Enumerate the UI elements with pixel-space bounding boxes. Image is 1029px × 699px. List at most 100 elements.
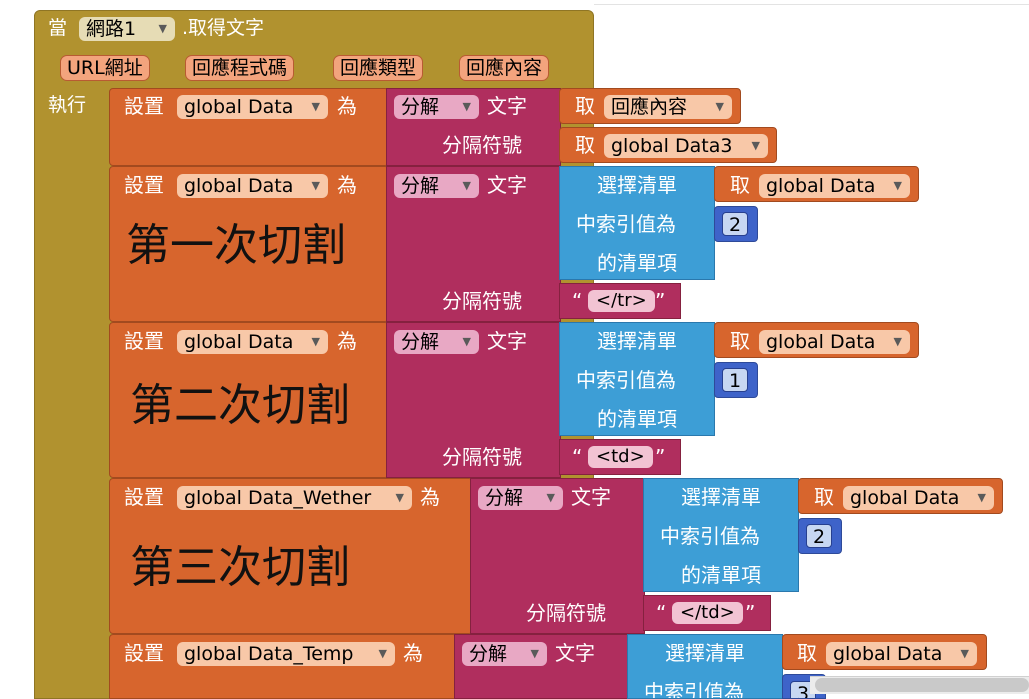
quote-open: “ [572, 445, 583, 469]
split-mode-label: 分解 [401, 331, 440, 353]
set-label: 設置 [124, 173, 164, 197]
index-number[interactable]: 2 [722, 212, 748, 236]
separator-label: 分隔符號 [442, 133, 522, 157]
param-response-code[interactable]: 回應程式碼 [185, 55, 295, 81]
text-label: 文字 [571, 485, 611, 509]
set-label: 設置 [124, 641, 164, 665]
item-label: 的清單項 [597, 407, 677, 431]
set-label: 設置 [124, 485, 164, 509]
get-variable-dropdown[interactable]: global Data ▼ [759, 330, 910, 354]
chevron-down-icon: ▼ [395, 491, 404, 504]
event-name: .取得文字 [182, 17, 265, 39]
param-url[interactable]: URL網址 [60, 55, 150, 81]
param-response-type[interactable]: 回應類型 [333, 55, 424, 81]
get-variable-name: global Data [833, 643, 943, 665]
select-list-label: 選擇清單 [681, 485, 761, 509]
get-variable-name: global Data3 [611, 135, 733, 157]
set-label: 設置 [124, 329, 164, 353]
index-label: 中索引值為 [660, 524, 760, 548]
split-mode-dropdown[interactable]: 分解 ▼ [394, 95, 479, 119]
variable-dropdown[interactable]: global Data ▼ [177, 330, 328, 354]
split-mode-dropdown[interactable]: 分解 ▼ [462, 642, 547, 666]
quote-close: ” [655, 445, 666, 469]
chevron-down-icon: ▼ [960, 647, 969, 660]
when-label: 當 [48, 17, 68, 39]
quote-open: “ [656, 601, 667, 625]
split-mode-label: 分解 [469, 643, 508, 665]
select-list-label: 選擇清單 [597, 173, 677, 197]
to-label: 為 [337, 94, 357, 118]
get-variable-name: global Data [766, 331, 876, 353]
split-mode-dropdown[interactable]: 分解 ▼ [394, 330, 479, 354]
separator-string[interactable]: </td> [672, 602, 743, 624]
separator-label: 分隔符號 [442, 289, 522, 313]
component-name: 網路1 [86, 18, 137, 40]
text-label: 文字 [487, 173, 527, 197]
component-dropdown[interactable]: 網路1 ▼ [79, 17, 175, 41]
horizontal-scrollbar-thumb[interactable] [815, 678, 1029, 692]
quote-open: “ [572, 289, 583, 313]
annotation-second-cut: 第二次切割 [130, 380, 350, 431]
split-mode-label: 分解 [401, 96, 440, 118]
index-number[interactable]: 2 [806, 524, 832, 548]
to-label: 為 [420, 485, 440, 509]
chevron-down-icon: ▼ [462, 179, 471, 192]
get-label: 取 [730, 329, 750, 353]
variable-name: global Data [184, 96, 294, 118]
split-mode-label: 分解 [485, 487, 524, 509]
index-label: 中索引值為 [576, 368, 676, 392]
do-label: 執行 [48, 94, 87, 116]
index-label: 中索引值為 [576, 212, 676, 236]
variable-name: global Data [184, 331, 294, 353]
text-label: 文字 [555, 641, 595, 665]
variable-dropdown[interactable]: global Data_Wether ▼ [177, 486, 412, 510]
variable-dropdown[interactable]: global Data ▼ [177, 95, 328, 119]
to-label: 為 [337, 173, 357, 197]
chevron-down-icon: ▼ [462, 335, 471, 348]
get-variable-dropdown[interactable]: global Data3 ▼ [604, 134, 768, 158]
text-label: 文字 [487, 94, 527, 118]
chevron-down-icon: ▼ [893, 179, 902, 192]
get-variable-dropdown[interactable]: global Data ▼ [843, 486, 994, 510]
item-label: 的清單項 [681, 563, 761, 587]
chevron-down-icon: ▼ [158, 22, 167, 35]
get-label: 取 [797, 641, 817, 665]
index-number[interactable]: 1 [722, 368, 748, 392]
chevron-down-icon: ▼ [546, 491, 555, 504]
param-response-content[interactable]: 回應內容 [459, 55, 550, 81]
get-label: 取 [575, 133, 595, 157]
separator-string[interactable]: </tr> [588, 290, 655, 312]
get-variable-name: 回應內容 [611, 96, 688, 118]
quote-close: ” [745, 601, 756, 625]
select-list-label: 選擇清單 [597, 329, 677, 353]
get-variable-name: global Data [766, 175, 876, 197]
get-label: 取 [814, 485, 834, 509]
variable-dropdown[interactable]: global Data_Temp ▼ [177, 642, 395, 666]
get-variable-dropdown[interactable]: global Data ▼ [826, 642, 977, 666]
to-label: 為 [403, 641, 423, 665]
to-label: 為 [337, 329, 357, 353]
separator-string[interactable]: <td> [588, 446, 653, 468]
variable-dropdown[interactable]: global Data ▼ [177, 174, 328, 198]
chevron-down-icon: ▼ [977, 491, 986, 504]
split-mode-dropdown[interactable]: 分解 ▼ [478, 486, 563, 510]
chevron-down-icon: ▼ [715, 100, 724, 113]
variable-name: global Data_Temp [184, 643, 354, 665]
get-label: 取 [730, 173, 750, 197]
select-list-label: 選擇清單 [665, 641, 745, 665]
annotation-first-cut: 第一次切割 [126, 220, 346, 271]
variable-name: global Data [184, 175, 294, 197]
chevron-down-icon: ▼ [311, 179, 320, 192]
split-mode-label: 分解 [401, 175, 440, 197]
split-mode-dropdown[interactable]: 分解 ▼ [394, 174, 479, 198]
separator-label: 分隔符號 [442, 445, 522, 469]
separator-label: 分隔符號 [526, 601, 606, 625]
variable-name: global Data_Wether [184, 487, 372, 509]
index-label: 中索引值為 [644, 680, 744, 699]
get-variable-dropdown[interactable]: 回應內容 ▼ [604, 95, 732, 119]
annotation-third-cut: 第三次切割 [130, 542, 350, 593]
chevron-down-icon: ▼ [893, 335, 902, 348]
chevron-down-icon: ▼ [311, 335, 320, 348]
chevron-down-icon: ▼ [378, 647, 387, 660]
get-variable-dropdown[interactable]: global Data ▼ [759, 174, 910, 198]
